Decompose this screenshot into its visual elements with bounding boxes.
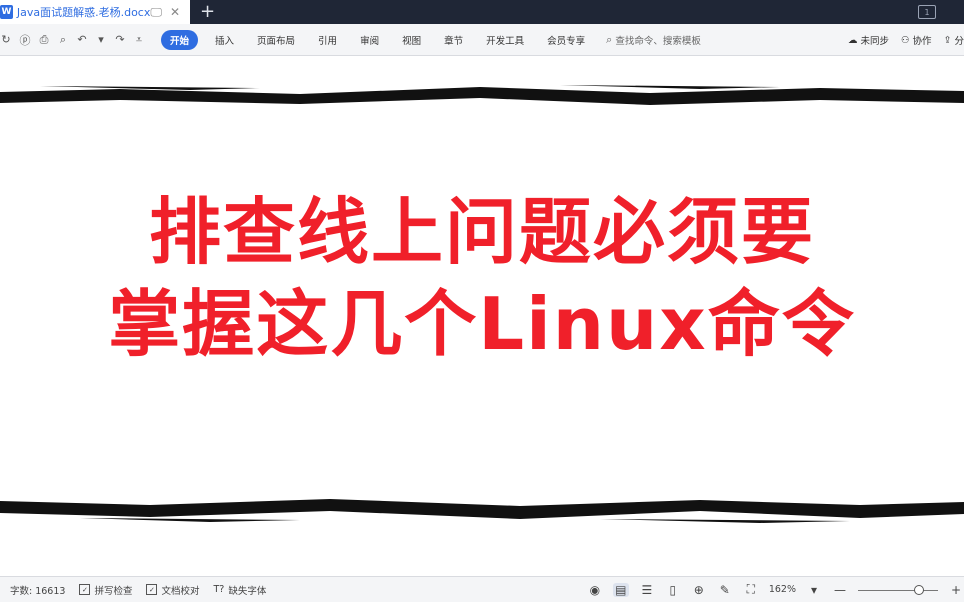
share-button[interactable]: ⇪ 分 xyxy=(943,33,964,48)
command-search[interactable]: ⌕ 查找命令、搜索模板 xyxy=(606,33,701,47)
top-brush-flecks xyxy=(40,85,780,90)
fit-page-icon[interactable]: ⛶ xyxy=(743,582,759,597)
user-add-icon: ⚇ xyxy=(900,34,910,46)
ribbon-menu: 开始 插入 页面布局 引用 审阅 视图 章节 开发工具 会员专享 ⌕ 查找命令、… xyxy=(161,29,701,50)
title-tab-bar: W Java面试题解惑.老杨.docx 🖵 ✕ + 1 xyxy=(0,0,964,24)
sync-label: 未同步 xyxy=(860,36,889,47)
close-tab-icon[interactable]: ✕ xyxy=(170,5,180,20)
document-tab-title: Java面试题解惑.老杨.docx xyxy=(16,6,151,19)
zoom-slider-knob[interactable] xyxy=(914,584,924,595)
undo-icon[interactable]: ↶ xyxy=(76,33,88,46)
print-icon[interactable]: ⎙ xyxy=(38,33,50,47)
undo-dropdown-icon[interactable]: ▾ xyxy=(95,33,107,46)
headline-line-1: 排查线上问题必须要 xyxy=(148,190,815,274)
outline-view-icon[interactable]: ☰ xyxy=(639,583,655,597)
eye-protection-icon[interactable]: ◉ xyxy=(587,583,603,597)
save-icon[interactable]: ↻ xyxy=(0,33,12,46)
write-mode-icon[interactable]: ✎ xyxy=(717,583,733,597)
document-canvas[interactable]: 排查线上问题必须要 掌握这几个Linux命令 xyxy=(0,56,964,576)
redo-icon[interactable]: ↷ xyxy=(114,33,126,46)
ribbon-toolbar: ↻ ⓟ ⎙ ⌕ ↶ ▾ ↷ ⩡ 开始 插入 页面布局 引用 审阅 视图 章节 开… xyxy=(0,24,964,56)
status-bar: 字数: 16613 ✓ 拼写检查 ✓ 文档校对 T? 缺失字体 ◉ ▤ ☰ ▯ … xyxy=(0,576,964,602)
window-count-badge[interactable]: 1 xyxy=(918,5,936,19)
share-icon: ⇪ xyxy=(943,34,952,46)
bottom-brush-flecks xyxy=(80,518,850,523)
wps-writer-icon: W xyxy=(0,5,13,19)
missing-font-label: 缺失字体 xyxy=(228,585,267,597)
print-preview-icon[interactable]: ⌕ xyxy=(57,33,69,47)
doc-proof-button[interactable]: ✓ 文档校对 xyxy=(146,583,199,597)
bottom-brush-stroke xyxy=(0,499,964,519)
quick-access-toolbar: ↻ ⓟ ⎙ ⌕ ↶ ▾ ↷ ⩡ xyxy=(0,32,145,48)
new-tab-button[interactable]: + xyxy=(200,0,215,24)
reading-view-icon[interactable]: ▯ xyxy=(665,583,681,597)
share-label: 分 xyxy=(954,36,964,47)
spell-check-button[interactable]: ✓ 拼写检查 xyxy=(79,583,132,597)
zoom-dropdown-icon[interactable]: ▾ xyxy=(806,583,822,597)
tab-references[interactable]: 引用 xyxy=(312,31,343,49)
collaborate-button[interactable]: ⚇ 协作 xyxy=(900,33,932,48)
tab-review[interactable]: 审阅 xyxy=(354,31,385,49)
tab-view[interactable]: 视图 xyxy=(396,31,427,49)
page-view-icon[interactable]: ▤ xyxy=(612,582,629,597)
spell-check-label: 拼写检查 xyxy=(94,585,133,597)
tab-member[interactable]: 会员专享 xyxy=(541,31,591,49)
zoom-out-icon[interactable]: — xyxy=(832,583,848,597)
web-view-icon[interactable]: ⊕ xyxy=(691,583,707,597)
doc-proof-icon: ✓ xyxy=(146,584,158,595)
search-placeholder: 查找命令、搜索模板 xyxy=(615,35,701,47)
word-count[interactable]: 字数: 16613 xyxy=(10,583,65,597)
zoom-slider[interactable] xyxy=(858,584,938,596)
document-tab[interactable]: W Java面试题解惑.老杨.docx 🖵 ✕ xyxy=(0,0,190,24)
cloud-sync-icon: ☁ xyxy=(847,34,858,46)
doc-proof-label: 文档校对 xyxy=(161,585,200,597)
headline-line-2: 掌握这几个Linux命令 xyxy=(108,282,856,366)
sync-button[interactable]: ☁ 未同步 xyxy=(847,33,889,48)
tab-section[interactable]: 章节 xyxy=(438,31,469,49)
monitor-icon[interactable]: 🖵 xyxy=(150,5,162,20)
tab-page-layout[interactable]: 页面布局 xyxy=(251,31,301,49)
zoom-level[interactable]: 162% xyxy=(769,584,796,595)
zoom-in-icon[interactable]: + xyxy=(948,583,964,597)
collaborate-label: 协作 xyxy=(912,36,932,47)
font-icon: T? xyxy=(213,584,225,595)
spell-check-icon: ✓ xyxy=(79,584,91,595)
tab-insert[interactable]: 插入 xyxy=(209,31,240,49)
top-brush-stroke xyxy=(0,87,964,105)
zoom-slider-track xyxy=(858,589,938,591)
customize-dropdown-icon[interactable]: ⩡ xyxy=(133,33,145,47)
missing-font-button[interactable]: T? 缺失字体 xyxy=(213,583,266,597)
tab-home[interactable]: 开始 xyxy=(161,29,199,50)
tab-developer[interactable]: 开发工具 xyxy=(480,31,530,49)
export-pdf-icon[interactable]: ⓟ xyxy=(19,32,31,48)
search-icon: ⌕ xyxy=(606,32,613,46)
